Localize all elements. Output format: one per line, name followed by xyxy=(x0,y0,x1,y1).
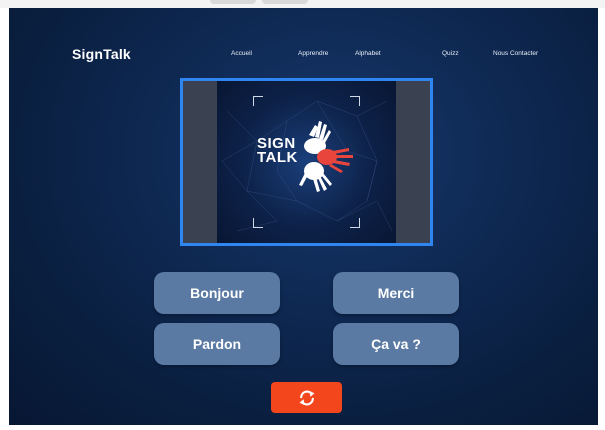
camera-preview: SIGN TALK xyxy=(180,78,433,246)
top-strip-marker xyxy=(262,0,308,4)
camera-feed: SIGN TALK xyxy=(217,81,396,243)
main-nav: Accueil Apprendre Alphabet Quizz Nous Co… xyxy=(9,50,598,62)
nav-apprendre[interactable]: Apprendre xyxy=(298,50,328,57)
focus-corner-bottom-left xyxy=(253,218,263,228)
nav-accueil[interactable]: Accueil xyxy=(231,50,252,57)
nav-alphabet[interactable]: Alphabet xyxy=(355,50,381,57)
letterbox-right xyxy=(396,81,430,243)
refresh-icon xyxy=(299,390,314,405)
focus-corner-top-right xyxy=(350,96,360,106)
signtalk-video-logo: SIGN TALK xyxy=(257,115,367,199)
phrase-button-ca-va[interactable]: Ça va ? xyxy=(333,323,459,365)
top-strip-marker xyxy=(210,0,256,4)
letterbox-left xyxy=(183,81,217,243)
browser-top-strip xyxy=(0,0,605,8)
signtalk-app: SignTalk Accueil Apprendre Alphabet Quiz… xyxy=(9,8,598,425)
phrase-button-pardon[interactable]: Pardon xyxy=(154,323,280,365)
nav-quizz[interactable]: Quizz xyxy=(442,50,459,57)
phrase-button-bonjour[interactable]: Bonjour xyxy=(154,272,280,314)
nav-nous-contacter[interactable]: Nous Contacter xyxy=(493,50,538,57)
refresh-button[interactable] xyxy=(271,382,342,413)
focus-corner-bottom-right xyxy=(350,218,360,228)
hands-icon xyxy=(299,121,353,192)
phrase-button-merci[interactable]: Merci xyxy=(333,272,459,314)
focus-corner-top-left xyxy=(253,96,263,106)
